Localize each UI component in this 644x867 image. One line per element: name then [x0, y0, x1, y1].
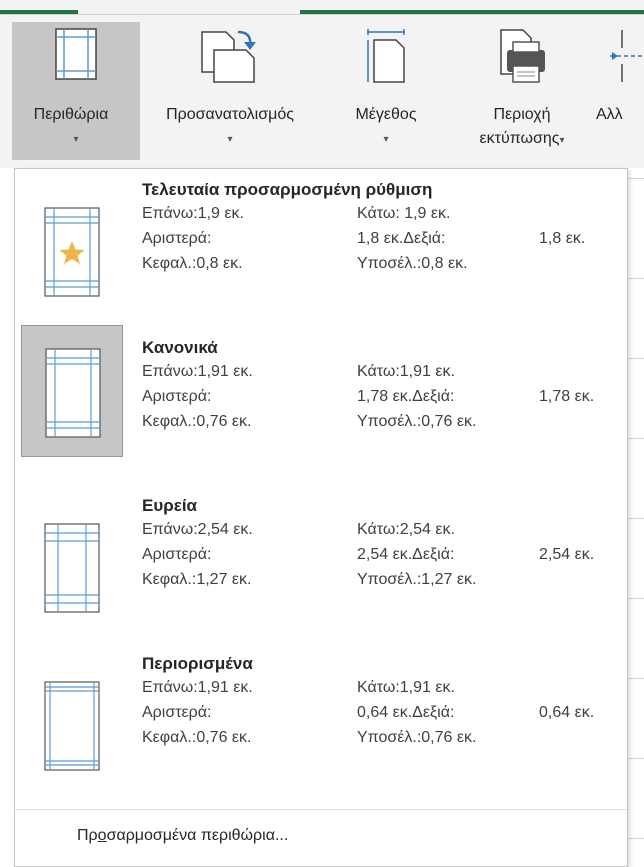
gridline	[628, 438, 644, 439]
left-margin-label: Αριστερά:	[142, 388, 212, 405]
print-area-icon	[497, 28, 547, 89]
gridline	[628, 838, 644, 839]
page-margins-icon	[44, 523, 100, 613]
margin-option-normal[interactable]: Κανονικά Επάνω:1,91 εκ. Κάτω:1,91 εκ. Αρ…	[15, 325, 627, 491]
margin-preview-selected	[21, 325, 123, 457]
left-margin-value: 2,54 εκ.Δεξιά:	[357, 546, 455, 563]
option-title: Ευρεία	[142, 496, 197, 515]
top-margin: Επάνω:1,91 εκ.	[142, 679, 253, 696]
print-area-label-line2: εκτύπωσης▾	[479, 130, 565, 147]
orientation-button[interactable]: Προσανατολισμός ▾	[140, 22, 320, 160]
margin-option-narrow[interactable]: Περιορισμένα Επάνω:1,91 εκ. Κάτω:1,91 εκ…	[15, 649, 627, 807]
page-margins-icon	[44, 681, 100, 771]
gridline	[628, 278, 644, 279]
size-icon	[364, 28, 408, 89]
right-margin-value: 1,78 εκ.	[539, 388, 595, 405]
option-title: Περιορισμένα	[142, 654, 253, 673]
size-button[interactable]: Μέγεθος ▾	[320, 22, 452, 160]
gridline	[628, 518, 644, 519]
print-area-button[interactable]: Περιοχή εκτύπωσης▾	[452, 22, 592, 160]
right-margin-value: 1,8 εκ.	[539, 230, 586, 247]
right-margin-value: 2,54 εκ.	[539, 546, 595, 563]
footer-margin: Υποσέλ.:1,27 εκ.	[357, 571, 477, 588]
right-margin-value: 0,64 εκ.	[539, 704, 595, 721]
option-title: Τελευταία προσαρμοσμένη ρύθμιση	[142, 180, 433, 199]
custom-margins-menu-item[interactable]: Προσαρμοσμένα περιθώρια...	[77, 827, 288, 845]
orientation-label: Προσανατολισμός	[166, 106, 294, 123]
header-margin: Κεφαλ.:0,8 εκ.	[142, 255, 243, 272]
chevron-down-icon: ▾	[73, 134, 79, 145]
left-margin-label: Αριστερά:	[142, 546, 212, 563]
margins-dropdown-menu: Τελευταία προσαρμοσμένη ρύθμιση Επάνω:1,…	[14, 168, 628, 867]
bottom-margin: Κάτω:1,91 εκ.	[357, 363, 455, 380]
left-margin-value: 1,8 εκ.Δεξιά:	[357, 230, 446, 247]
chevron-down-icon: ▾	[383, 134, 389, 145]
margin-option-wide[interactable]: Ευρεία Επάνω:2,54 εκ. Κάτω:2,54 εκ. Αρισ…	[15, 491, 627, 649]
left-margin-value: 0,64 εκ.Δεξιά:	[357, 704, 455, 721]
bottom-margin: Κάτω:1,91 εκ.	[357, 679, 455, 696]
footer-margin: Υποσέλ.:0,8 εκ.	[357, 255, 468, 272]
chevron-down-icon: ▾	[559, 135, 565, 146]
top-margin: Επάνω:1,91 εκ.	[142, 363, 253, 380]
left-margin-value: 1,78 εκ.Δεξιά:	[357, 388, 455, 405]
margin-preview	[21, 187, 123, 319]
bottom-margin: Κάτω:2,54 εκ.	[357, 521, 455, 538]
ribbon: Περιθώρια ▾ Προσανατολισμός ▾ Μέγεθος ▾ …	[0, 0, 644, 168]
breaks-icon	[610, 28, 644, 89]
top-margin: Επάνω:1,9 εκ.	[142, 205, 244, 222]
top-margin: Επάνω:2,54 εκ.	[142, 521, 253, 538]
chevron-down-icon: ▾	[227, 134, 233, 145]
breaks-label: Αλλ	[596, 106, 623, 123]
left-margin-label: Αριστερά:	[142, 704, 212, 721]
footer-margin: Υποσέλ.:0,76 εκ.	[357, 413, 477, 430]
header-margin: Κεφαλ.:0,76 εκ.	[142, 729, 252, 746]
margin-preview	[21, 661, 123, 793]
menu-separator	[15, 809, 627, 810]
option-title: Κανονικά	[142, 338, 218, 357]
margins-icon	[55, 28, 97, 85]
page-margins-icon	[45, 348, 101, 438]
gridline	[628, 598, 644, 599]
breaks-button[interactable]: Αλλ	[592, 22, 644, 160]
print-area-label: Περιοχή	[493, 106, 551, 123]
header-margin: Κεφαλ.:0,76 εκ.	[142, 413, 252, 430]
footer-margin: Υποσέλ.:0,76 εκ.	[357, 729, 477, 746]
worksheet-grid	[628, 168, 644, 867]
margin-option-last-custom[interactable]: Τελευταία προσαρμοσμένη ρύθμιση Επάνω:1,…	[15, 175, 627, 333]
margins-label: Περιθώρια	[33, 106, 109, 123]
bottom-margin: Κάτω: 1,9 εκ.	[357, 205, 451, 222]
left-margin-label: Αριστερά:	[142, 230, 212, 247]
gridline	[628, 358, 644, 359]
header-margin: Κεφαλ.:1,27 εκ.	[142, 571, 252, 588]
orientation-icon	[200, 28, 260, 89]
ribbon-separator	[0, 14, 644, 15]
page-margins-icon	[44, 207, 100, 297]
gridline	[628, 678, 644, 679]
margin-preview	[21, 503, 123, 635]
gridline	[628, 758, 644, 759]
margins-button[interactable]: Περιθώρια ▾	[12, 22, 140, 160]
gridline	[628, 178, 644, 179]
size-label: Μέγεθος	[355, 106, 417, 123]
